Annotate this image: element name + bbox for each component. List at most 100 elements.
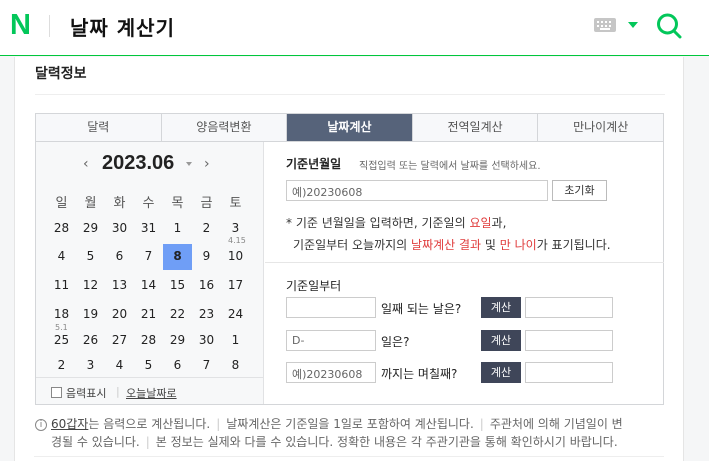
result-field-2[interactable] [525, 330, 613, 351]
footer-line2: 경될 수 있습니다. | 본 정보는 실제와 다를 수 있습니다. 정확한 내용은 … [51, 435, 618, 449]
footer-notes: i 60갑자는 음력으로 계산됩니다. | 날짜계산은 기준일을 1일로 포함하여 계… [35, 415, 675, 451]
day-cell[interactable]: 19 [76, 302, 105, 326]
calc-button-3[interactable]: 계산 [481, 362, 521, 383]
footer-divider: | [116, 385, 120, 398]
lunar-display-checkbox[interactable] [51, 387, 62, 398]
day-cell[interactable]: 8 [221, 353, 250, 377]
weekday-thu: 목 [171, 196, 184, 211]
naver-logo[interactable]: N [10, 11, 34, 40]
day-cell[interactable]: 31 [134, 216, 163, 240]
base-date-hint: 직접입력 또는 달력에서 날짜를 선택하세요. [359, 161, 541, 172]
day-cell[interactable]: 11 [47, 273, 76, 297]
base-date-input[interactable]: 예)20230608 [286, 180, 548, 201]
next-month-icon[interactable]: › [204, 156, 210, 172]
day-cell[interactable]: 7 [134, 244, 163, 268]
section-divider [35, 94, 665, 95]
day-cell[interactable]: 13 [105, 273, 134, 297]
sexagenary-link[interactable]: 60갑자 [51, 417, 88, 431]
day-cell[interactable]: 2 [47, 353, 76, 377]
day-cell[interactable]: 20 [105, 302, 134, 326]
day-cell[interactable]: 1 [163, 216, 192, 240]
days-after-input[interactable] [286, 297, 376, 318]
day-cell[interactable]: 15 [163, 273, 192, 297]
d-day-label: 일은? [381, 335, 410, 349]
form-divider [265, 262, 664, 263]
tab-calendar[interactable]: 달력 [36, 114, 162, 141]
day-cell[interactable]: 16 [192, 273, 221, 297]
day-cell[interactable]: 29 [163, 328, 192, 352]
dropdown-caret-icon[interactable] [628, 22, 638, 28]
day-cell[interactable]: 25 [47, 328, 76, 352]
result-field-3[interactable] [525, 362, 613, 383]
weekday-sat: 토 [229, 196, 242, 211]
search-icon[interactable] [656, 12, 682, 40]
day-cell[interactable]: 30 [105, 216, 134, 240]
weekday-header: 일 월 화 수 목 금 토 [36, 192, 264, 211]
day-cell[interactable]: 24 [221, 302, 250, 326]
day-cell[interactable]: 3 [76, 353, 105, 377]
bottom-divider [34, 456, 664, 457]
day-cell[interactable]: 5 [76, 244, 105, 268]
result-field-1[interactable] [525, 297, 613, 318]
date-calc-form: 기준년월일 직접입력 또는 달력에서 날짜를 선택하세요. 예)20230608… [265, 142, 664, 404]
weekday-fri: 금 [200, 196, 213, 211]
day-cell[interactable]: 6 [105, 244, 134, 268]
day-cell[interactable]: 14 [134, 273, 163, 297]
day-cell[interactable]: 4 [105, 353, 134, 377]
month-header: ‹ 2023.06 › [36, 152, 264, 178]
day-cell[interactable]: 12 [76, 273, 105, 297]
info-icon: i [35, 419, 47, 431]
day-cell[interactable]: 28 [47, 216, 76, 240]
day-cell[interactable]: 10 [221, 244, 250, 268]
day-cell[interactable]: 6 [163, 353, 192, 377]
prev-month-icon[interactable]: ‹ [83, 156, 89, 172]
day-cell[interactable]: 5 [134, 353, 163, 377]
day-cell[interactable]: 28 [134, 328, 163, 352]
day-cell[interactable]: 29 [76, 216, 105, 240]
page-title: 날짜 계산기 [70, 16, 175, 40]
day-cell[interactable]: 2 [192, 216, 221, 240]
tab-bar: 달력 양음력변환 날짜계산 전역일계산 만나이계산 [35, 113, 664, 142]
reset-button[interactable]: 초기화 [552, 180, 607, 201]
calendar-card: 달력정보 달력 양음력변환 날짜계산 전역일계산 만나이계산 ‹ 2023.06… [14, 57, 684, 461]
keyboard-icon[interactable] [594, 18, 616, 32]
tab-age-calc[interactable]: 만나이계산 [538, 114, 663, 141]
info-note-line2: 기준일부터 오늘까지의 날짜계산 결과 및 만 나이가 표기됩니다. [293, 238, 611, 252]
day-cell[interactable]: 27 [105, 328, 134, 352]
top-header: N 날짜 계산기 [0, 0, 709, 56]
calc-button-2[interactable]: 계산 [481, 330, 521, 351]
day-cell[interactable]: 17 [221, 273, 250, 297]
day-cell[interactable]: 21 [134, 302, 163, 326]
section-title: 달력정보 [35, 66, 87, 82]
tab-discharge-calc[interactable]: 전역일계산 [413, 114, 539, 141]
weekday-tue: 화 [113, 196, 126, 211]
tab-panel: ‹ 2023.06 › 일 월 화 수 목 금 토 28 29 30 31 1 [35, 142, 664, 405]
calendar-footer: 음력표시 | 오늘날짜로 [36, 377, 264, 404]
day-cell[interactable]: 30 [192, 328, 221, 352]
lunar-display-label[interactable]: 음력표시 [66, 385, 106, 401]
weekday-wed: 수 [142, 196, 155, 211]
days-after-label: 일째 되는 날은? [381, 302, 462, 316]
base-date-label: 기준년월일 [286, 157, 342, 171]
day-cell[interactable]: 4 [47, 244, 76, 268]
until-date-input[interactable]: 예)20230608 [286, 362, 376, 383]
info-note-line1: * 기준 년월일을 입력하면, 기준일의 요일과, [286, 216, 507, 230]
month-dropdown-icon[interactable] [186, 162, 192, 166]
day-cell[interactable]: 22 [163, 302, 192, 326]
month-label[interactable]: 2023.06 [102, 152, 174, 175]
d-day-input[interactable]: D- [286, 330, 376, 351]
day-cell[interactable]: 9 [192, 244, 221, 268]
tab-lunar-convert[interactable]: 양음력변환 [162, 114, 288, 141]
day-cell[interactable]: 26 [76, 328, 105, 352]
tab-date-calc[interactable]: 날짜계산 [287, 114, 413, 141]
today-link[interactable]: 오늘날짜로 [126, 385, 177, 401]
day-cell-selected[interactable]: 8 [163, 244, 192, 270]
until-date-label: 까지는 며칠째? [381, 367, 458, 381]
header-divider [49, 15, 50, 37]
day-cell[interactable]: 7 [192, 353, 221, 377]
day-cell[interactable]: 1 [221, 328, 250, 352]
calc-button-1[interactable]: 계산 [481, 297, 521, 318]
mini-calendar: ‹ 2023.06 › 일 월 화 수 목 금 토 28 29 30 31 1 [36, 142, 264, 404]
day-cell[interactable]: 23 [192, 302, 221, 326]
weekday-mon: 월 [84, 196, 97, 211]
